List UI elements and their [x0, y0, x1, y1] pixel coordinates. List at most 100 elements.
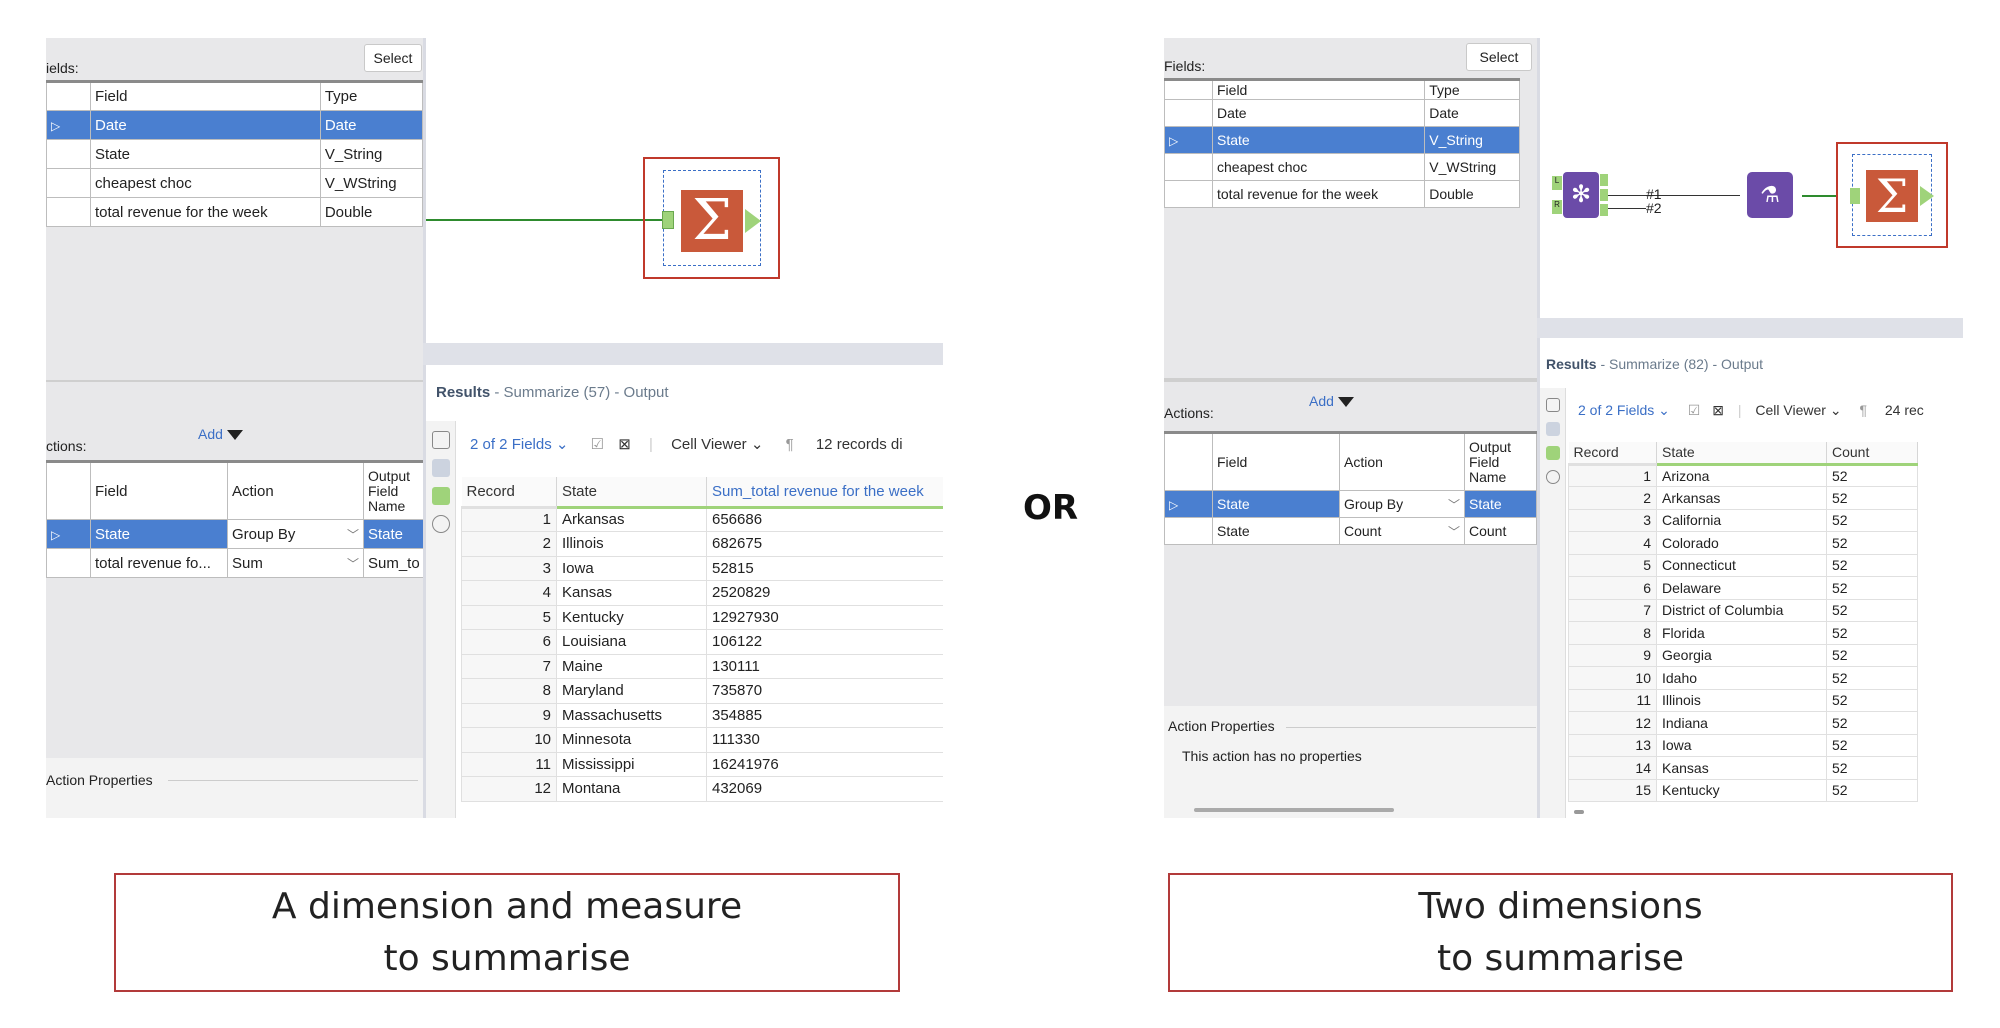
table-row[interactable]: total revenue for the week Double	[46, 197, 423, 227]
help-icon[interactable]	[431, 515, 450, 533]
table-cell: Iowa	[556, 555, 707, 581]
table-row[interactable]: 6 Louisiana 106122	[461, 629, 943, 655]
cell-viewer-dropdown[interactable]: Cell Viewer ⌄	[671, 436, 763, 453]
table-row[interactable]: 9 Georgia 52	[1568, 643, 1918, 667]
table-row[interactable]: State V_String	[46, 139, 423, 169]
table-row[interactable]: 12 Indiana 52	[1568, 711, 1918, 735]
action-dropdown[interactable]: Group By ﹀	[227, 519, 364, 549]
table-row[interactable]: 11 Illinois 52	[1568, 688, 1918, 712]
table-row[interactable]: 4 Kansas 2520829	[461, 580, 943, 606]
list-icon[interactable]	[1545, 398, 1560, 412]
fields-label: Fields:	[1164, 58, 1206, 74]
summarize-tool[interactable]: Σ	[1836, 142, 1948, 248]
select-button[interactable]: Select	[364, 44, 422, 72]
table-row[interactable]: 1 Arizona 52	[1568, 463, 1918, 487]
table-row[interactable]: 2 Illinois 682675	[461, 531, 943, 557]
metadata-icon[interactable]	[1545, 422, 1560, 436]
table-row[interactable]: 10 Minnesota 111330	[461, 727, 943, 753]
table-row[interactable]: 13 Iowa 52	[1568, 733, 1918, 757]
output-anchor-r	[1600, 204, 1608, 216]
table-row[interactable]: 5 Connecticut 52	[1568, 553, 1918, 577]
divider	[168, 780, 418, 781]
formula-tool[interactable]: ⚗	[1747, 172, 1793, 218]
cell-viewer-dropdown[interactable]: Cell Viewer ⌄	[1755, 402, 1841, 418]
right-workflow-canvas[interactable]: L R ✻ #1 #2 ⚗ Σ	[1537, 38, 1963, 338]
fields-selector[interactable]: 2 of 2 Fields ⌄	[470, 436, 568, 453]
table-row[interactable]: 9 Massachusetts 354885	[461, 702, 943, 728]
chevron-down-icon: ⌄	[1829, 402, 1842, 418]
record-cell: 7	[461, 653, 557, 679]
table-row[interactable]: 7 District of Columbia 52	[1568, 598, 1918, 622]
fields-selector[interactable]: 2 of 2 Fields ⌄	[1578, 402, 1670, 418]
record-cell: 8	[1568, 621, 1657, 645]
table-row[interactable]: 4 Colorado 52	[1568, 531, 1918, 555]
horizontal-scrollbar[interactable]	[1574, 810, 1584, 814]
action-properties-section: Action Properties	[46, 758, 423, 818]
table-row[interactable]: Date Date	[1164, 99, 1520, 127]
action-dropdown[interactable]: Count ﹀	[1339, 517, 1465, 545]
connector-line	[426, 219, 663, 221]
action-dropdown[interactable]: Group By ﹀	[1339, 490, 1465, 518]
add-button[interactable]: Add	[1309, 393, 1354, 409]
data-icon[interactable]	[1545, 446, 1560, 460]
table-row[interactable]: ▷ State V_String	[1164, 126, 1520, 154]
table-row[interactable]: State Count ﹀ Count	[1164, 517, 1537, 545]
table-row[interactable]: 3 California 52	[1568, 508, 1918, 532]
summarize-tool[interactable]: Σ	[643, 157, 780, 279]
table-row[interactable]: 14 Kansas 52	[1568, 756, 1918, 780]
record-cell: 5	[1568, 553, 1657, 577]
checkbox-icon[interactable]: ☑	[1688, 402, 1701, 418]
record-cell: 3	[1568, 508, 1657, 532]
action-dropdown[interactable]: Sum ﹀	[227, 548, 364, 578]
pilcrow-icon[interactable]: ¶	[786, 436, 794, 453]
list-icon[interactable]	[431, 431, 450, 449]
table-row[interactable]: cheapest choc V_WString	[1164, 153, 1520, 181]
table-row[interactable]: 7 Maine 130111	[461, 653, 943, 679]
horizontal-scrollbar[interactable]	[1194, 808, 1394, 812]
action-properties-label: Action Properties	[46, 772, 153, 788]
table-cell: 52	[1826, 711, 1918, 735]
table-row[interactable]: 6 Delaware 52	[1568, 576, 1918, 600]
table-cell: Delaware	[1656, 576, 1827, 600]
help-icon[interactable]	[1545, 470, 1560, 484]
table-cell: Louisiana	[556, 629, 707, 655]
table-row[interactable]: 12 Montana 432069	[461, 776, 943, 802]
table-row[interactable]: 8 Maryland 735870	[461, 678, 943, 704]
pilcrow-icon[interactable]: ¶	[1859, 402, 1867, 418]
join-tool[interactable]: L R ✻	[1552, 172, 1608, 218]
table-cell: Montana	[556, 776, 707, 802]
table-row[interactable]: 11 Mississippi 16241976	[461, 751, 943, 777]
table-row[interactable]: total revenue for the week Double	[1164, 180, 1520, 208]
actions-header-action: Action	[227, 460, 364, 520]
left-workflow-canvas[interactable]: Σ	[423, 38, 943, 343]
table-row[interactable]: 5 Kentucky 12927930	[461, 604, 943, 630]
table-row[interactable]: 8 Florida 52	[1568, 621, 1918, 645]
table-row[interactable]: 10 Idaho 52	[1568, 666, 1918, 690]
fields-header-field: Field	[90, 80, 321, 111]
table-row[interactable]: 15 Kentucky 52	[1568, 778, 1918, 802]
table-row[interactable]: ▷ State Group By ﹀ State	[46, 519, 423, 549]
results-toolbar: 2 of 2 Fields ⌄ ☑ ⊠ | Cell Viewer ⌄ ¶ 12…	[470, 435, 903, 453]
data-icon[interactable]	[431, 487, 450, 505]
table-row[interactable]: 1 Arkansas 656686	[461, 506, 943, 532]
table-cell: 432069	[706, 776, 943, 802]
table-cell: 130111	[706, 653, 943, 679]
table-cell: 52	[1826, 486, 1918, 510]
record-cell: 15	[1568, 778, 1657, 802]
table-row[interactable]: total revenue fo... Sum ﹀ Sum_to	[46, 548, 423, 578]
table-row[interactable]: cheapest choc V_WString	[46, 168, 423, 198]
table-cell: Illinois	[1656, 688, 1827, 712]
results-header-sum: Sum_total revenue for the week	[706, 477, 943, 509]
table-row[interactable]: 2 Arkansas 52	[1568, 486, 1918, 510]
toolbar-separator: |	[649, 436, 653, 453]
select-button[interactable]: Select	[1466, 43, 1532, 71]
table-row[interactable]: ▷ Date Date	[46, 110, 423, 140]
clear-icon[interactable]: ⊠	[618, 436, 631, 453]
checkbox-icon[interactable]: ☑	[591, 436, 604, 453]
record-cell: 4	[1568, 531, 1657, 555]
table-row[interactable]: 3 Iowa 52815	[461, 555, 943, 581]
metadata-icon[interactable]	[431, 459, 450, 477]
add-button[interactable]: Add	[198, 426, 243, 442]
table-row[interactable]: ▷ State Group By ﹀ State	[1164, 490, 1537, 518]
clear-icon[interactable]: ⊠	[1712, 402, 1724, 418]
